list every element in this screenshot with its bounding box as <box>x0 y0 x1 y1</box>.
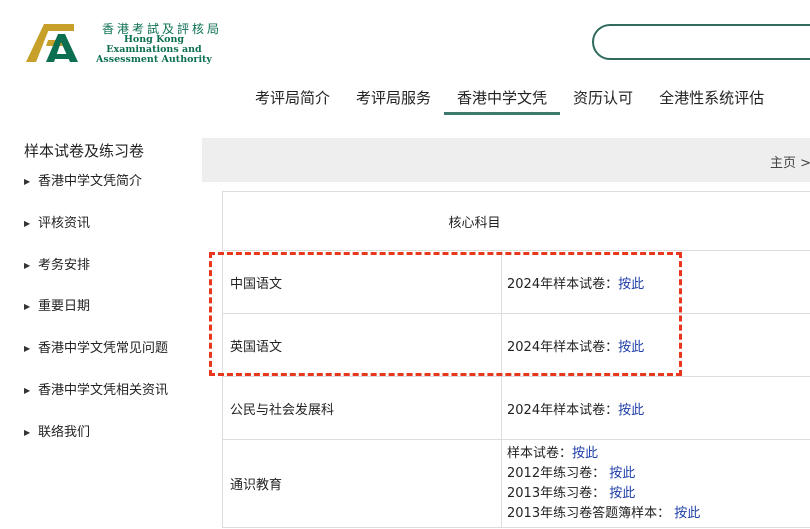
sample-paper-link[interactable]: 按此 <box>618 277 644 292</box>
sidebar-item-label: 联络我们 <box>38 424 91 440</box>
triangle-right-icon: ▶ <box>24 177 31 186</box>
sample-paper-link[interactable]: 按此 <box>572 446 598 461</box>
paper-cell: 样本试卷：按此 2012年练习卷： 按此 2013年练习卷： 按此 2013年练… <box>501 439 810 528</box>
paper-line: 2013年练习卷： 按此 <box>507 484 810 504</box>
triangle-right-icon: ▶ <box>24 302 31 312</box>
triangle-right-icon: ▶ <box>24 427 31 437</box>
paper-cell: 2024年样本试卷：按此 <box>501 376 810 440</box>
nav-item-services[interactable]: 考评局服务 <box>343 88 444 115</box>
sidebar-item-exam-arrangements[interactable]: ▶ 考务安排 <box>24 257 168 299</box>
nav-item-hkdse[interactable]: 香港中学文凭 <box>444 88 561 115</box>
hkeaa-logo-mark-icon <box>26 24 78 62</box>
subject-name: 通识教育 <box>222 439 502 528</box>
paper-label: 2024年样本试卷： <box>507 339 619 355</box>
sidebar-item-label: 评核资讯 <box>38 215 91 231</box>
breadcrumb-home-link[interactable]: 主页 > <box>770 152 810 171</box>
paper-label: 2024年样本试卷： <box>507 276 619 292</box>
subject-name: 中国语文 <box>222 250 502 314</box>
sidebar-item-hkdse-intro[interactable]: ▶ 香港中学文凭简介 <box>24 173 168 215</box>
search-box[interactable] <box>592 24 810 60</box>
paper-label: 2013年练习卷： <box>507 485 610 501</box>
triangle-right-icon: ▶ <box>24 344 31 354</box>
table-header-row: 核心科目 <box>222 191 810 251</box>
hkeaa-logo[interactable]: 香港考試及評核局 Hong Kong Examinations and Asse… <box>24 18 219 68</box>
core-subjects-table: 核心科目 中国语文 2024年样本试卷：按此 英国语文 2024年样本试卷：按此… <box>222 191 810 528</box>
sidebar-item-key-dates[interactable]: ▶ 重要日期 <box>24 298 168 340</box>
sidebar-item-contact-us[interactable]: ▶ 联络我们 <box>24 424 168 466</box>
sidebar-item-label: 香港中学文凭简介 <box>38 174 143 189</box>
paper-label: 样本试卷： <box>507 445 573 461</box>
triangle-right-icon: ▶ <box>24 260 31 270</box>
sidebar-item-label: 香港中学文凭常见问题 <box>38 341 169 357</box>
sidebar-item-label: 考务安排 <box>38 257 91 273</box>
sidebar-menu: ▶ 香港中学文凭简介 ▶ 评核资讯 ▶ 考务安排 ▶ 重要日期 ▶ 香港中学文凭… <box>24 173 168 466</box>
paper-cell: 2024年样本试卷：按此 <box>501 313 810 377</box>
paper-line: 2012年练习卷： 按此 <box>507 464 810 484</box>
nav-item-tsa[interactable]: 全港性系统评估 <box>646 88 777 115</box>
paper-label: 2013年练习卷答题簿样本： <box>507 505 675 521</box>
sample-paper-link[interactable]: 按此 <box>618 340 644 355</box>
main-nav: 考评局简介 考评局服务 香港中学文凭 资历认可 全港性系统评估 <box>242 88 777 118</box>
paper-label: 2024年样本试卷： <box>507 402 619 418</box>
paper-line: 样本试卷：按此 <box>507 444 810 464</box>
paper-label: 2012年练习卷： <box>507 465 610 481</box>
breadcrumb-bar: 主页 > <box>202 138 810 182</box>
paper-cell: 2024年样本试卷：按此 <box>501 250 810 314</box>
answer-book-sample-link[interactable]: 按此 <box>674 506 700 521</box>
subject-name: 公民与社会发展科 <box>222 376 502 440</box>
paper-line: 2013年练习卷答题簿样本： 按此 <box>507 504 810 524</box>
table-row: 英国语文 2024年样本试卷：按此 <box>222 313 810 377</box>
table-header: 核心科目 <box>222 191 810 251</box>
logo-english-line: Assessment Authority <box>96 54 212 65</box>
logo-english-name: Hong Kong Examinations and Assessment Au… <box>84 35 224 65</box>
triangle-right-icon: ▶ <box>24 218 31 228</box>
search-input[interactable] <box>608 26 810 58</box>
practice-paper-link[interactable]: 按此 <box>609 486 635 501</box>
table-row: 公民与社会发展科 2024年样本试卷：按此 <box>222 376 810 440</box>
table-row: 通识教育 样本试卷：按此 2012年练习卷： 按此 2013年练习卷： 按此 2… <box>222 439 810 528</box>
table-row: 中国语文 2024年样本试卷：按此 <box>222 250 810 314</box>
sidebar-item-label: 香港中学文凭相关资讯 <box>38 382 169 398</box>
sidebar-item-assessment-info[interactable]: ▶ 评核资讯 <box>24 215 168 257</box>
nav-item-about[interactable]: 考评局简介 <box>242 88 343 115</box>
triangle-right-icon: ▶ <box>24 385 31 395</box>
sidebar-item-label: 重要日期 <box>38 299 91 315</box>
sidebar-item-related-info[interactable]: ▶ 香港中学文凭相关资讯 <box>24 382 168 424</box>
sample-paper-link[interactable]: 按此 <box>618 403 644 418</box>
subject-name: 英国语文 <box>222 313 502 377</box>
sidebar-title: 样本试卷及练习卷 <box>24 142 145 160</box>
sidebar-item-faq[interactable]: ▶ 香港中学文凭常见问题 <box>24 340 168 382</box>
practice-paper-link[interactable]: 按此 <box>609 466 635 481</box>
nav-item-recognition[interactable]: 资历认可 <box>560 88 646 115</box>
